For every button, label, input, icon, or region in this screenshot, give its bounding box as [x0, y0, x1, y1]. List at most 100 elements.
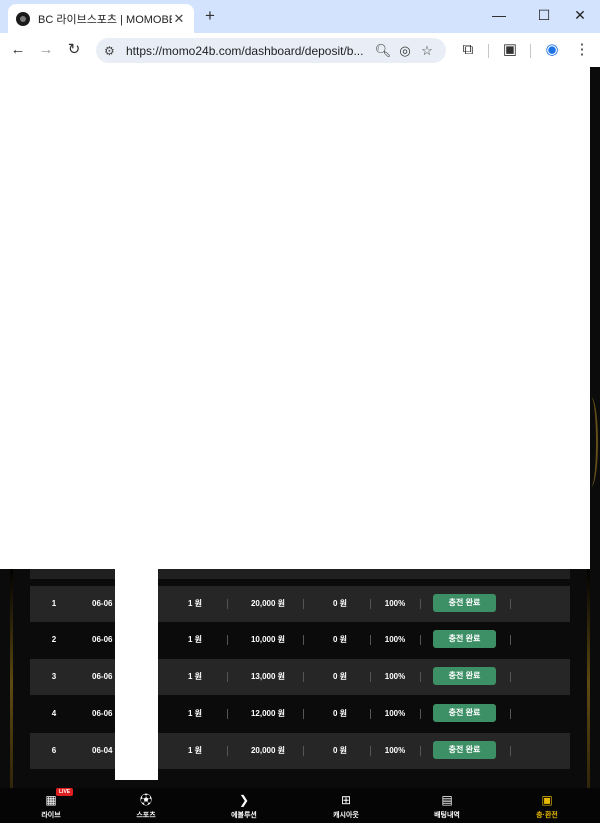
cell-divider [227, 672, 228, 682]
eye-off-icon[interactable]: ◎ [394, 43, 416, 59]
back-arrow-icon[interactable]: ← [8, 40, 28, 60]
row-index: 4 [51, 709, 57, 718]
cell-divider [227, 599, 228, 609]
cell-divider [510, 672, 511, 682]
status-badge: 충전 완료 [433, 667, 496, 685]
live-icon: ▦ [45, 793, 57, 807]
row-amount: 13,000 원 [250, 672, 286, 681]
nav-item-sports[interactable]: ⚽︎ 스포츠 [111, 788, 181, 823]
table-row: 1 06-06 1 원 20,000 원 0 원 100% 충전 완료 [30, 586, 570, 622]
table-header-strip [30, 569, 570, 579]
row-bonus: 0 원 [332, 746, 348, 755]
gold-frame-left [10, 567, 13, 802]
nav-item-bet-history[interactable]: ▤ 배팅내역 [412, 788, 482, 823]
cell-divider [420, 635, 421, 645]
blank-overlay [0, 67, 590, 569]
exchange-icon: ▣ [541, 793, 553, 807]
cell-divider [370, 635, 371, 645]
row-qty: 1 원 [187, 672, 203, 681]
cell-divider [303, 746, 304, 756]
toolbar-divider [530, 44, 531, 58]
cell-divider [510, 746, 511, 756]
cell-divider [420, 709, 421, 719]
row-qty: 1 원 [187, 635, 203, 644]
address-bar[interactable]: ⚙ https://momo24b.com/dashboard/deposit/… [96, 38, 446, 63]
browser-toolbar: ← → ↻ ⚙ https://momo24b.com/dashboard/de… [0, 33, 600, 67]
row-index: 3 [51, 672, 57, 681]
row-qty: 1 원 [187, 746, 203, 755]
page-viewport: 1 06-06 1 원 20,000 원 0 원 100% 충전 완료 2 06… [0, 67, 600, 823]
star-icon[interactable]: ☆ [416, 43, 438, 59]
url-text[interactable]: https://momo24b.com/dashboard/deposit/b.… [126, 44, 372, 58]
favicon-icon [16, 11, 30, 26]
nav-label: 배팅내역 [434, 812, 460, 819]
cell-divider [370, 709, 371, 719]
minimize-button[interactable]: — [486, 5, 512, 25]
evolution-icon: ❯ [238, 793, 250, 807]
puzzle-icon[interactable]: ⧉ [458, 40, 478, 60]
cashout-icon: ⊞ [340, 793, 352, 807]
row-rate: 100% [384, 672, 406, 681]
cell-divider [303, 709, 304, 719]
row-index: 6 [51, 746, 57, 755]
nav-label: 라이브 [41, 812, 61, 819]
nav-item-live[interactable]: LIVE ▦ 라이브 [16, 788, 86, 823]
cell-divider [370, 672, 371, 682]
nav-label: 캐시아웃 [333, 812, 359, 819]
cell-divider [227, 746, 228, 756]
cell-divider [370, 599, 371, 609]
document-icon: ▤ [441, 793, 453, 807]
cell-divider [227, 635, 228, 645]
soccer-ball-icon: ⚽︎ [139, 793, 152, 807]
table-row: 4 06-06 1 원 12,000 원 0 원 100% 충전 완료 [30, 696, 570, 732]
status-badge: 충전 완료 [433, 594, 496, 612]
cell-divider [420, 672, 421, 682]
nav-label: 에볼루션 [231, 812, 257, 819]
cell-divider [510, 599, 511, 609]
cell-divider [227, 709, 228, 719]
nav-item-deposit-withdraw[interactable]: ▣ 충·환전 [512, 788, 582, 823]
forward-arrow-icon[interactable]: → [36, 40, 56, 60]
row-qty: 1 원 [187, 599, 203, 608]
cell-divider [510, 635, 511, 645]
toolbar-divider [488, 44, 489, 58]
status-badge: 충전 완료 [433, 741, 496, 759]
row-rate: 100% [384, 709, 406, 718]
cell-divider [420, 599, 421, 609]
row-bonus: 0 원 [332, 599, 348, 608]
nav-label: 스포츠 [136, 812, 156, 819]
tab-title: BC 라이브스포츠 | MOMOBET [38, 13, 172, 26]
close-window-button[interactable]: ✕ [567, 5, 593, 25]
row-qty: 1 원 [187, 709, 203, 718]
nav-item-evolution[interactable]: ❯ 에볼루션 [209, 788, 279, 823]
profile-icon[interactable]: ◉ [542, 40, 562, 60]
table-row: 2 06-06 1 원 10,000 원 0 원 100% 충전 완료 [30, 622, 570, 658]
row-bonus: 0 원 [332, 672, 348, 681]
tab-close-icon[interactable]: ✕ [172, 11, 186, 27]
kebab-menu-icon[interactable]: ⋮ [572, 40, 592, 60]
table-row: 6 06-04 1 원 20,000 원 0 원 100% 충전 완료 [30, 733, 570, 769]
row-rate: 100% [384, 635, 406, 644]
cell-divider [370, 746, 371, 756]
live-badge: LIVE [56, 788, 74, 796]
new-tab-button[interactable]: + [202, 6, 218, 26]
cell-divider [303, 599, 304, 609]
row-amount: 20,000 원 [250, 599, 286, 608]
status-badge: 충전 완료 [433, 630, 496, 648]
tune-icon[interactable]: ⚙ [104, 44, 120, 58]
zoom-icon[interactable]: 🔍︎ [372, 43, 394, 59]
bottom-nav: LIVE ▦ 라이브 ⚽︎ 스포츠 ❯ 에볼루션 ⊞ 캐시아웃 ▤ 배팅내역 ▣… [0, 788, 600, 823]
status-badge: 충전 완료 [433, 704, 496, 722]
cell-divider [510, 709, 511, 719]
cell-divider [303, 672, 304, 682]
gold-frame-right [587, 567, 590, 802]
tab-search-icon[interactable]: ▣ [500, 40, 520, 60]
browser-tab[interactable]: BC 라이브스포츠 | MOMOBET ✕ [8, 4, 194, 33]
maximize-button[interactable]: ☐ [531, 5, 557, 25]
row-index: 2 [51, 635, 57, 644]
table-row: 3 06-06 1 원 13,000 원 0 원 100% 충전 완료 [30, 659, 570, 695]
row-rate: 100% [384, 599, 406, 608]
blank-overlay-stem [115, 569, 158, 780]
reload-icon[interactable]: ↻ [64, 40, 84, 60]
nav-item-cashout[interactable]: ⊞ 캐시아웃 [311, 788, 381, 823]
